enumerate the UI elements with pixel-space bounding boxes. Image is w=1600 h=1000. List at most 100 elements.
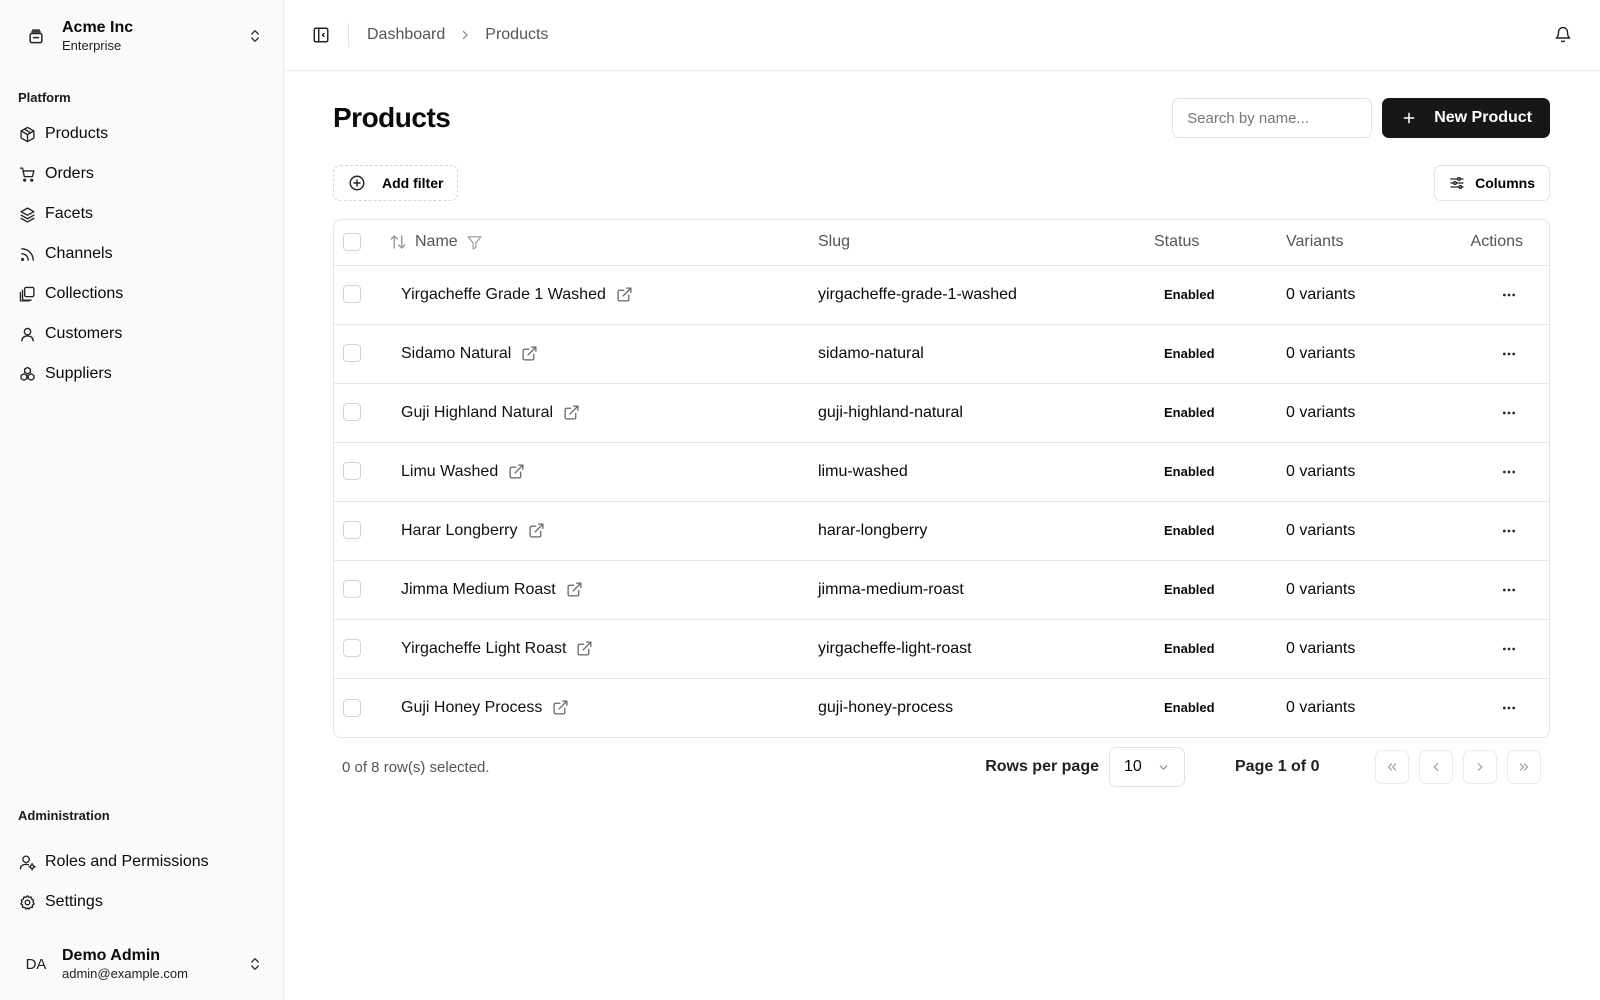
more-horizontal-icon[interactable] — [1495, 576, 1523, 604]
status-badge: Enabled — [1164, 699, 1215, 715]
more-horizontal-icon[interactable] — [1495, 458, 1523, 486]
table-row: Yirgacheffe Light Roast yirgacheffe-ligh… — [334, 619, 1549, 679]
last-page-button[interactable] — [1507, 750, 1541, 784]
more-horizontal-icon[interactable] — [1495, 635, 1523, 663]
external-link-icon[interactable] — [616, 286, 633, 303]
breadcrumb-dashboard[interactable]: Dashboard — [367, 26, 445, 44]
product-variants: 0 variants — [1286, 383, 1456, 443]
product-name-link[interactable]: Guji Honey Process — [401, 699, 542, 717]
chevron-down-icon — [1157, 761, 1170, 774]
columns-button[interactable]: Columns — [1434, 165, 1550, 201]
external-link-icon[interactable] — [576, 640, 593, 657]
product-slug: guji-honey-process — [818, 698, 954, 716]
status-badge: Enabled — [1164, 640, 1215, 656]
sidebar-item-facets[interactable]: Facets — [10, 194, 273, 234]
sliders-icon — [1449, 175, 1465, 191]
chevrons-up-down-icon[interactable] — [243, 952, 267, 976]
add-filter-button[interactable]: Add filter — [333, 165, 459, 201]
chevron-right-icon — [459, 29, 471, 41]
sidebar-item-products[interactable]: Products — [10, 114, 273, 154]
sidebar-item-label: Suppliers — [45, 365, 112, 382]
sort-icon[interactable] — [389, 233, 407, 251]
bell-icon[interactable] — [1550, 22, 1576, 48]
sidebar-item-roles[interactable]: Roles and Permissions — [10, 842, 273, 882]
sidebar-item-collections[interactable]: Collections — [10, 274, 273, 314]
table-footer: 0 of 8 row(s) selected. Rows per page 10… — [333, 738, 1550, 796]
row-checkbox[interactable] — [343, 521, 361, 540]
chevron-right-icon — [1473, 760, 1487, 774]
product-name-link[interactable]: Yirgacheffe Grade 1 Washed — [401, 286, 606, 304]
sidebar-item-suppliers[interactable]: Suppliers — [10, 354, 273, 394]
sidebar-item-customers[interactable]: Customers — [10, 314, 273, 354]
building-icon — [22, 26, 50, 46]
status-badge: Enabled — [1164, 581, 1215, 597]
external-link-icon[interactable] — [563, 404, 580, 421]
table-body: Yirgacheffe Grade 1 Washed yirgacheffe-g… — [334, 265, 1549, 737]
table-header-row: Name Slug Status Variants Actions — [334, 220, 1549, 266]
more-horizontal-icon[interactable] — [1495, 694, 1523, 722]
add-filter-label: Add filter — [382, 175, 444, 191]
products-page: Products New Product Add filter Columns — [333, 71, 1550, 796]
row-checkbox[interactable] — [343, 285, 361, 304]
row-checkbox[interactable] — [343, 344, 361, 363]
next-page-button[interactable] — [1463, 750, 1497, 784]
product-slug: harar-longberry — [818, 501, 1154, 561]
user-menu[interactable]: DA Demo Admin admin@example.com — [0, 928, 283, 1000]
more-horizontal-icon[interactable] — [1495, 340, 1523, 368]
product-slug: yirgacheffe-light-roast — [818, 619, 1154, 679]
product-name-link[interactable]: Jimma Medium Roast — [401, 581, 556, 599]
org-switcher[interactable]: Acme Inc Enterprise — [0, 0, 283, 72]
topbar: Dashboard Products — [284, 0, 1600, 71]
chevron-left-icon — [1429, 760, 1443, 774]
external-link-icon[interactable] — [521, 345, 538, 362]
plus-circle-icon — [348, 174, 366, 192]
product-name-link[interactable]: Sidamo Natural — [401, 345, 511, 363]
sidebar-toggle-icon[interactable] — [308, 22, 334, 48]
column-header-name[interactable]: Name — [415, 233, 458, 251]
chevrons-up-down-icon[interactable] — [243, 24, 267, 48]
product-name-link[interactable]: Guji Highland Natural — [401, 404, 553, 422]
row-checkbox[interactable] — [343, 403, 361, 422]
sidebar-item-channels[interactable]: Channels — [10, 234, 273, 274]
user-cog-icon — [18, 853, 36, 871]
pagination — [1365, 750, 1541, 784]
row-checkbox[interactable] — [343, 580, 361, 599]
previous-page-button[interactable] — [1419, 750, 1453, 784]
more-horizontal-icon[interactable] — [1495, 517, 1523, 545]
first-page-button[interactable] — [1375, 750, 1409, 784]
product-variants: 0 variants — [1286, 324, 1456, 384]
more-horizontal-icon[interactable] — [1495, 281, 1523, 309]
avatar: DA — [25, 955, 47, 973]
search-input[interactable] — [1172, 98, 1373, 138]
external-link-icon[interactable] — [528, 522, 545, 539]
row-checkbox[interactable] — [343, 462, 361, 481]
column-header-slug: Slug — [818, 220, 1154, 266]
sidebar-item-orders[interactable]: Orders — [10, 154, 273, 194]
user-email: admin@example.com — [62, 966, 188, 981]
table-row: Yirgacheffe Grade 1 Washed yirgacheffe-g… — [334, 265, 1549, 325]
table-row: Limu Washed limu-washed Enabled 0 varian… — [334, 442, 1549, 502]
product-variants: 0 variants — [1286, 442, 1456, 502]
product-name-link[interactable]: Yirgacheffe Light Roast — [401, 640, 566, 658]
filter-icon[interactable] — [466, 234, 483, 251]
table-row: Harar Longberry harar-longberry Enabled … — [334, 501, 1549, 561]
product-name-link[interactable]: Limu Washed — [401, 463, 498, 481]
status-badge: Enabled — [1164, 522, 1215, 538]
status-badge: Enabled — [1164, 404, 1215, 420]
row-checkbox[interactable] — [343, 698, 361, 717]
row-checkbox[interactable] — [343, 639, 361, 658]
sidebar-item-settings[interactable]: Settings — [10, 882, 273, 922]
external-link-icon[interactable] — [566, 581, 583, 598]
status-badge: Enabled — [1164, 345, 1215, 361]
external-link-icon[interactable] — [552, 699, 569, 716]
external-link-icon[interactable] — [508, 463, 525, 480]
product-variants: 0 variants — [1286, 265, 1456, 325]
more-horizontal-icon[interactable] — [1495, 399, 1523, 427]
new-product-button[interactable]: New Product — [1382, 98, 1550, 138]
rows-per-page-select[interactable]: 10 — [1109, 747, 1185, 787]
table-row: Sidamo Natural sidamo-natural Enabled 0 … — [334, 324, 1549, 384]
filter-row: Add filter Columns — [333, 165, 1550, 201]
select-all-checkbox[interactable] — [343, 233, 361, 252]
product-slug: yirgacheffe-grade-1-washed — [818, 265, 1154, 325]
product-name-link[interactable]: Harar Longberry — [401, 522, 518, 540]
